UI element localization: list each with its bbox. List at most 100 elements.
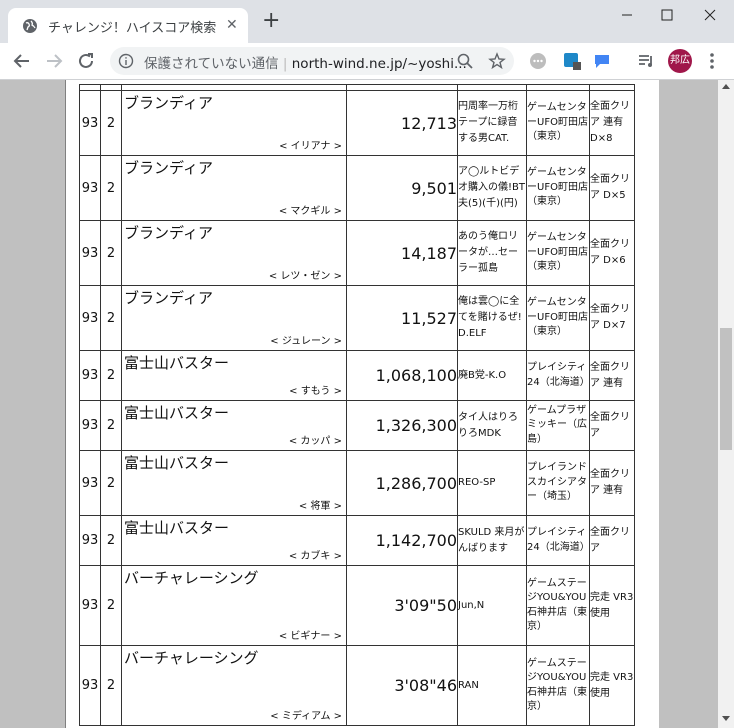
vertical-scrollbar[interactable] [718,80,734,728]
note-cell: 全面クリア D×6 [589,220,635,286]
issue-cell: 2 [100,565,122,646]
version-cell: 93 [79,285,101,351]
window-close-icon[interactable] [695,0,725,30]
player-comment-cell: REO-SP [457,450,527,516]
shop-cell: プレイシティ24（北海道） [526,350,590,401]
game-cell: 富士山バスター < 将軍 > [121,450,347,516]
version-cell: 93 [79,90,101,156]
shop-cell: ゲームステージYOU&YOU石神井店（東京） [526,645,590,726]
player-comment-cell: 円周率一万桁テープに録音する男CAT. [457,90,527,156]
table-row: 93 2 富士山バスター < カブキ > 1,142,700 SKULD 来月がんばります… [79,515,635,566]
game-cell: 富士山バスター < カッパ > [121,400,347,451]
zoom-icon[interactable] [456,52,474,70]
shop-cell: プレイランドスカイシアター（埼玉） [526,450,590,516]
table-row: 93 2 富士山バスター < カッパ > 1,326,300 タイ人はりろりろMDK ゲーム… [79,400,635,451]
version-cell: 93 [79,645,101,726]
scrollbar-thumb[interactable] [720,328,732,450]
game-mode: < レツ・ゼン > [268,271,342,282]
score-cell: 1,326,300 [346,400,458,451]
game-cell: ブランディア < ジュレーン > [121,285,347,351]
close-tab-icon[interactable]: ✕ [226,16,238,34]
game-name: バーチャレーシング [124,569,259,587]
game-mode: < すもう > [289,386,342,397]
game-cell: 富士山バスター < カブキ > [121,515,347,566]
score-cell: 12,713 [346,90,458,156]
more-menu-icon[interactable] [704,49,720,73]
table-row: 93 2 富士山バスター < すもう > 1,068,100 廃B党-K.O プレイシティ2… [79,350,635,401]
note-cell: 全面クリア 連有 D×8 [589,90,635,156]
profile-avatar[interactable]: 邦広 [668,49,692,73]
reload-icon[interactable] [74,49,98,73]
chat-extension-icon[interactable] [528,51,548,71]
game-name: 富士山バスター [124,404,230,422]
score-cell: 11,527 [346,285,458,351]
game-mode: < ジュレーン > [270,336,342,347]
note-cell: 全面クリア [589,515,635,566]
shop-cell: ゲームステージYOU&YOU石神井店（東京） [526,565,590,646]
game-cell: ブランディア < マクギル > [121,155,347,221]
scroll-up-arrow-icon[interactable] [722,84,730,89]
score-cell: 14,187 [346,220,458,286]
player-comment-cell: SKULD 来月がんばります [457,515,527,566]
tab-strip: チャレンジ！ハイスコア検索 ✕ + [0,0,734,43]
score-cell: 9,501 [346,155,458,221]
shop-cell: ゲームプラザミッキー（広島） [526,400,590,451]
game-cell: バーチャレーシング < ビギナー > [121,565,347,646]
issue-cell: 2 [100,90,122,156]
address-bar[interactable]: 保護されていない通信 | north-wind.ne.jp/~yoshi... [110,47,514,75]
info-icon[interactable] [118,53,134,69]
minimize-icon[interactable] [612,0,642,30]
shop-cell: プレイシティ24（北海道） [526,515,590,566]
scroll-down-arrow-icon[interactable] [722,716,730,721]
score-cell: 3'09"50 [346,565,458,646]
url-value: north-wind.ne.jp/~yoshi... [291,56,467,72]
tab-title: チャレンジ！ハイスコア検索 [48,21,217,36]
game-mode: < カブキ > [288,551,342,562]
game-mode: < ミディアム > [270,711,342,722]
table-row: 93 2 ブランディア < ジュレーン > 11,527 俺は雲◯に全てを賭けるぜ!D.E… [79,285,635,351]
game-mode: < イリアナ > [279,141,342,152]
version-cell: 93 [79,565,101,646]
forward-arrow-icon[interactable] [42,49,66,73]
note-cell: 全面クリア D×7 [589,285,635,351]
table-row: 93 2 バーチャレーシング < ミディアム > 3'08"46 RAN ゲームステージYO… [79,645,635,726]
new-tab-button[interactable]: + [262,10,280,32]
player-comment-cell: タイ人はりろりろMDK [457,400,527,451]
game-mode: < ビギナー > [278,631,342,642]
table-row: 93 2 ブランディア < レツ・ゼン > 14,187 あのう俺ロリータが…セーラー孤島… [79,220,635,286]
version-cell: 93 [79,220,101,286]
issue-cell: 2 [100,645,122,726]
message-extension-icon[interactable] [592,51,612,71]
game-name: バーチャレーシング [124,649,259,667]
game-name: ブランディア [124,159,213,177]
note-cell: 全面クリア 連有 [589,450,635,516]
player-comment-cell: あのう俺ロリータが…セーラー孤島 [457,220,527,286]
note-cell: 全面クリア [589,400,635,451]
back-arrow-icon[interactable] [10,49,34,73]
table-row: 93 2 バーチャレーシング < ビギナー > 3'09"50 Jun,N ゲームステージY… [79,565,635,646]
version-cell: 93 [79,515,101,566]
game-mode: < カッパ > [288,436,342,447]
shop-cell: ゲームセンターUFO町田店（東京） [526,285,590,351]
game-name: ブランディア [124,94,213,112]
player-comment-cell: 俺は雲◯に全てを賭けるぜ!D.ELF [457,285,527,351]
bookmark-extension-icon[interactable] [562,51,582,71]
url-text: 保護されていない通信 | north-wind.ne.jp/~yoshi... [144,56,467,72]
globe-icon [23,19,37,33]
game-name: 富士山バスター [124,519,230,537]
maximize-icon[interactable] [652,0,682,30]
table-row: 93 2 ブランディア < マクギル > 9,501 ア◯ルトビデオ購入の儀!BT夫(5)… [79,155,635,221]
issue-cell: 2 [100,350,122,401]
game-cell: 富士山バスター < すもう > [121,350,347,401]
game-cell: バーチャレーシング < ミディアム > [121,645,347,726]
bookmark-star-icon[interactable] [488,52,506,70]
score-cell: 3'08"46 [346,645,458,726]
table-row: 93 2 富士山バスター < 将軍 > 1,286,700 REO-SP プレイランドスカイ… [79,450,635,516]
browser-tab[interactable]: チャレンジ！ハイスコア検索 ✕ [8,8,248,43]
media-playlist-icon[interactable] [636,51,656,71]
issue-cell: 2 [100,220,122,286]
player-comment-cell: RAN [457,645,527,726]
note-cell: 完走 VR3使用 [589,645,635,726]
player-comment-cell: ア◯ルトビデオ購入の儀!BT夫(5)(千)(円) [457,155,527,221]
player-comment-cell: 廃B党-K.O [457,350,527,401]
